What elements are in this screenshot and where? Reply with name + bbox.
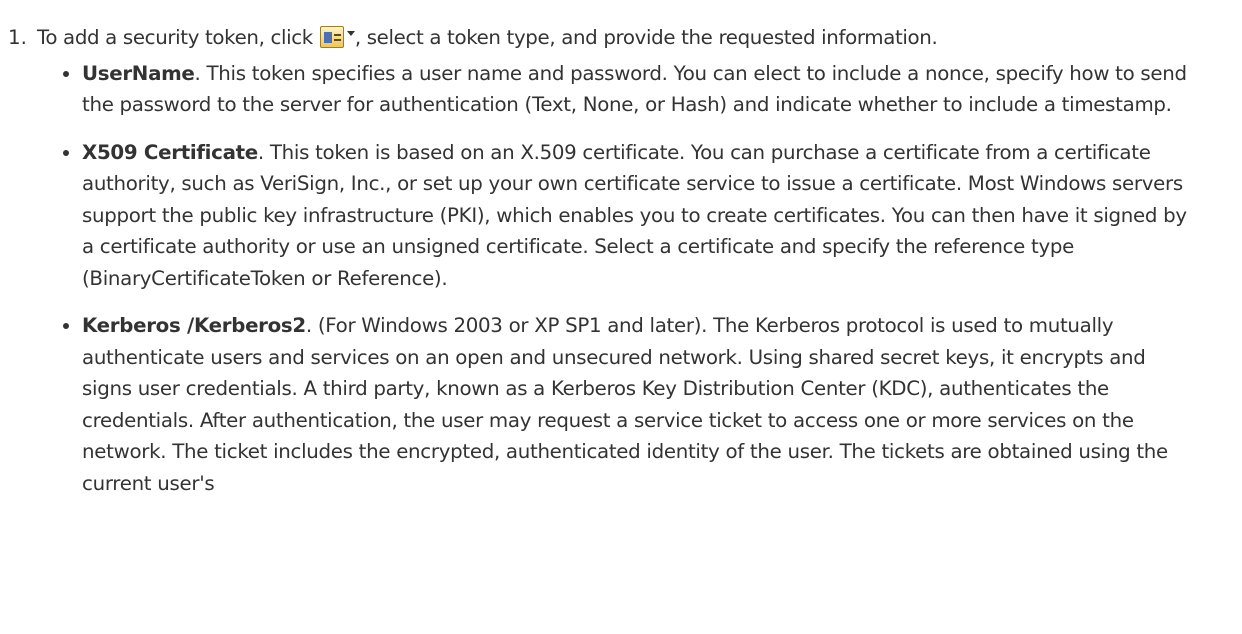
- dropdown-caret-icon: [346, 30, 355, 36]
- token-description: . This token specifies a user name and p…: [82, 61, 1187, 117]
- token-description: . (For Windows 2003 or XP SP1 and later)…: [82, 314, 1168, 495]
- step-text-after-icon: , select a token type, and provide the r…: [354, 26, 938, 49]
- step-text-before-icon: To add a security token, click: [37, 26, 319, 49]
- token-term: Kerberos /Kerberos2: [82, 314, 306, 337]
- token-type-item-username: UserName. This token specifies a user na…: [46, 58, 1196, 121]
- token-card-icon: [319, 26, 344, 48]
- add-token-dropdown-icon: [319, 25, 355, 49]
- bullet-icon: [63, 70, 69, 77]
- bullet-icon: [63, 323, 69, 329]
- token-type-item-x509: X509 Certificate. This token is based on…: [46, 137, 1196, 295]
- step-1: 1. To add a security token, click , sele…: [0, 22, 1242, 54]
- document-body: 1. To add a security token, click , sele…: [0, 0, 1242, 515]
- step-text: To add a security token, click , select …: [37, 22, 1242, 54]
- step-number: 1.: [8, 26, 27, 49]
- token-term: UserName: [82, 61, 195, 85]
- bullet-icon: [63, 149, 69, 156]
- token-term: X509 Certificate: [82, 140, 258, 164]
- token-type-item-kerberos: Kerberos /Kerberos2. (For Windows 2003 o…: [46, 310, 1196, 499]
- token-type-list: UserName. This token specifies a user na…: [46, 58, 1196, 500]
